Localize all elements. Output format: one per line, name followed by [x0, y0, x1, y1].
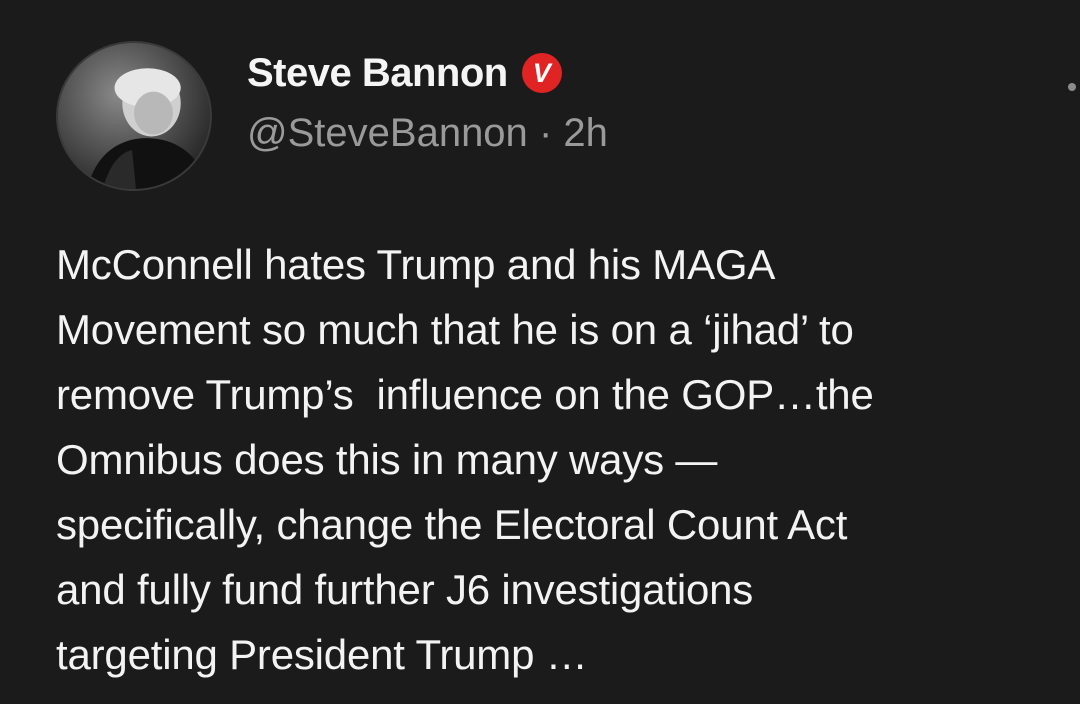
post-body-line: remove Trump’s influence on the GOP…the: [56, 371, 874, 418]
post-card: Steve Bannon V @SteveBannon · 2h McConne…: [0, 0, 1080, 704]
author-display-name[interactable]: Steve Bannon: [247, 51, 508, 96]
avatar-image: [87, 68, 210, 189]
post-body-line: Movement so much that he is on a ‘jihad’…: [56, 306, 854, 353]
badge-letter: V: [532, 57, 551, 88]
author-meta-row: @SteveBannon · 2h: [247, 111, 608, 156]
post-body-line: and fully fund further J6 investigations: [56, 566, 754, 613]
author-name-row: Steve Bannon V: [247, 50, 562, 96]
verified-badge-icon: V: [521, 53, 562, 93]
post-body-line: Omnibus does this in many ways —: [56, 436, 718, 483]
author-handle[interactable]: @SteveBannon: [247, 111, 528, 155]
post-timestamp[interactable]: 2h: [563, 111, 608, 155]
post-body-line: specifically, change the Electoral Count…: [56, 501, 848, 548]
post-body-line: McConnell hates Trump and his MAGA: [56, 241, 776, 288]
more-options-icon[interactable]: [1068, 83, 1076, 91]
post-body-line: targeting President Trump …: [56, 631, 588, 678]
post-body: McConnell hates Trump and his MAGA Movem…: [56, 232, 1066, 687]
meta-separator: ·: [538, 111, 553, 155]
avatar[interactable]: [56, 41, 212, 191]
